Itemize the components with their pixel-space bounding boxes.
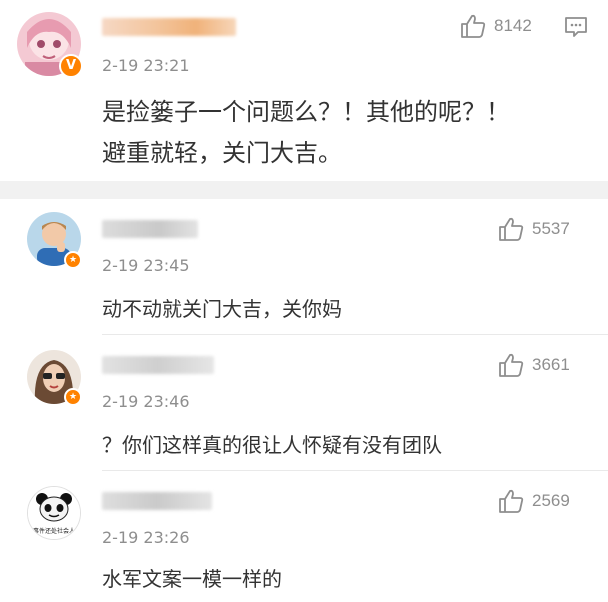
- main-comment: V 2-19 23:21 8142 是捡篓子一个问题么？！其他的呢？！ 避重就轻…: [0, 0, 608, 181]
- reply-time: 2-19 23:46: [102, 392, 190, 411]
- username-blurred[interactable]: [102, 18, 236, 36]
- reply-text: ？你们这样真的很让人怀疑有没有团队: [102, 433, 442, 457]
- like-count: 8142: [494, 16, 532, 35]
- thumbs-up-icon: [461, 14, 486, 38]
- thumbs-up-icon: [499, 217, 524, 241]
- username-blurred[interactable]: [102, 220, 198, 238]
- username-blurred[interactable]: [102, 492, 212, 510]
- like-button[interactable]: 3661: [498, 352, 570, 378]
- reply-text: 动不动就关门大吉，关你妈: [102, 297, 342, 321]
- message-icon[interactable]: [564, 16, 588, 42]
- section-divider: [0, 181, 608, 199]
- separator: [102, 334, 608, 335]
- panda-meme-avatar[interactable]: 事件还处社会人: [27, 486, 81, 540]
- avatar-caption: 事件还处社会人: [32, 528, 75, 535]
- reply-time: 2-19 23:26: [102, 528, 190, 547]
- like-count: 5537: [532, 219, 570, 238]
- username-blurred[interactable]: [102, 356, 214, 374]
- comment-text-line-2: 避重就轻，关门大吉。: [102, 139, 342, 167]
- verified-badge: ★: [64, 251, 82, 269]
- reply-time: 2-19 23:45: [102, 256, 190, 275]
- separator: [102, 470, 608, 471]
- verified-v-badge: V: [59, 54, 83, 78]
- like-button[interactable]: 2569: [498, 488, 570, 514]
- reply-text: 水军文案一模一样的: [102, 567, 282, 591]
- verified-badge: ★: [64, 388, 82, 406]
- comment-time: 2-19 23:21: [102, 56, 190, 75]
- like-count: 3661: [532, 355, 570, 374]
- like-count: 2569: [532, 491, 570, 510]
- like-button[interactable]: 8142: [460, 13, 532, 39]
- like-button[interactable]: 5537: [498, 216, 570, 242]
- thumbs-up-icon: [499, 489, 524, 513]
- comment-text-line-1: 是捡篓子一个问题么？！其他的呢？！: [102, 98, 510, 126]
- thumbs-up-icon: [499, 353, 524, 377]
